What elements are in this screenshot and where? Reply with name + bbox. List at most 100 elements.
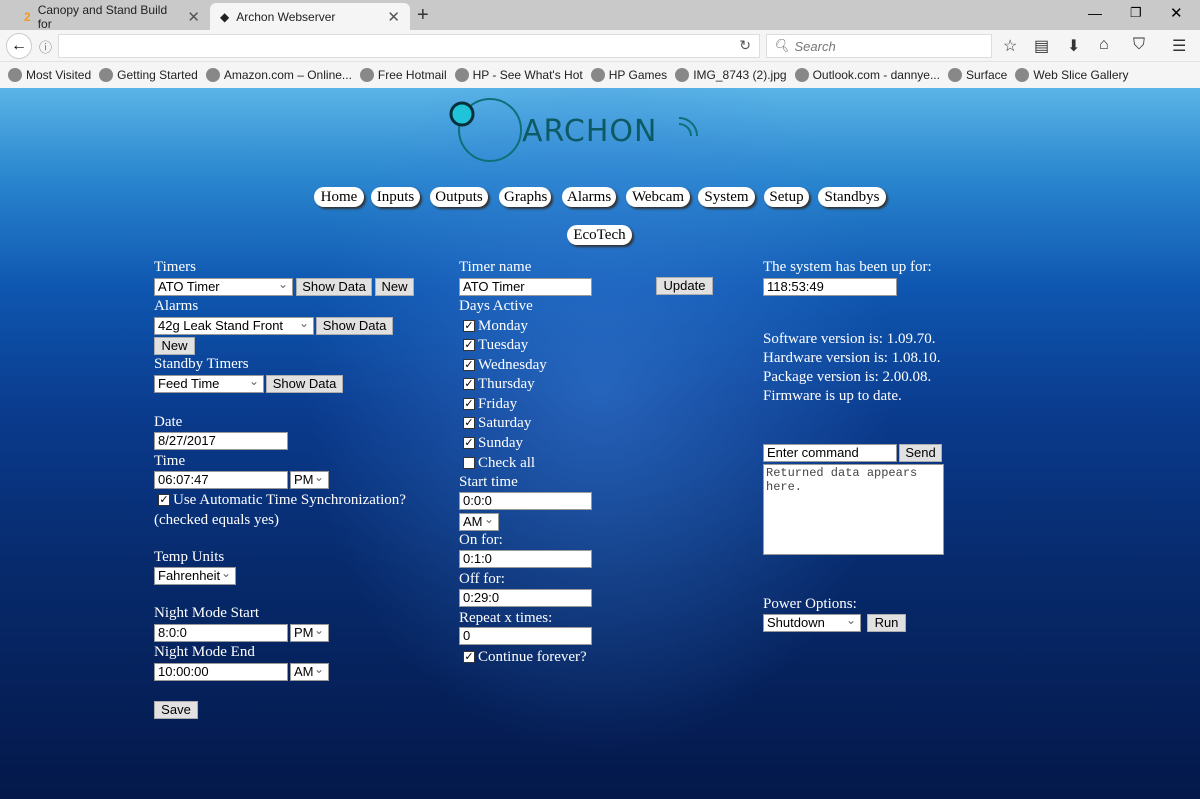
uptime-label: The system has been up for: (763, 259, 932, 275)
time-label: Time (154, 453, 186, 469)
time-input[interactable]: 06:07:47 (154, 471, 288, 489)
update-button[interactable]: Update (656, 277, 713, 295)
temp-units-select[interactable]: Fahrenheit (154, 565, 236, 585)
archon-icon: ◆ (220, 9, 230, 24)
date-input[interactable]: 8/27/2017 (154, 432, 288, 450)
day-friday-checkbox[interactable]: ✓ (463, 398, 475, 410)
reload-icon[interactable]: ↻ (739, 37, 751, 54)
globe-icon (590, 68, 605, 82)
alarms-new-button[interactable]: New (154, 337, 195, 355)
reading-list-icon[interactable]: ▤ (1034, 36, 1049, 56)
power-options-select[interactable]: Shutdown (763, 612, 861, 632)
nav-ecotech[interactable]: EcoTech (567, 225, 632, 245)
day-sunday-checkbox[interactable]: ✓ (463, 437, 475, 449)
continue-forever-checkbox[interactable]: ✓ (463, 651, 475, 663)
nav-graphs[interactable]: Graphs (499, 187, 551, 207)
start-ampm-select[interactable]: AM (459, 511, 499, 531)
night-end-ampm-select[interactable]: AM (290, 661, 329, 681)
timers-new-button[interactable]: New (375, 278, 414, 296)
bookmark-star-icon[interactable]: ☆ (1003, 36, 1017, 56)
bookmark-item[interactable]: Web Slice Gallery (1015, 68, 1129, 82)
standby-timers-label: Standby Timers (154, 356, 249, 372)
alarms-label: Alarms (154, 298, 199, 314)
close-window-button[interactable]: ✕ (1170, 4, 1183, 22)
run-button[interactable]: Run (867, 614, 906, 632)
day-tuesday-checkbox[interactable]: ✓ (463, 339, 475, 351)
bookmark-item[interactable]: Free Hotmail (359, 68, 447, 82)
nav-system[interactable]: System (698, 187, 755, 207)
start-time-label: Start time (459, 474, 518, 490)
off-for-input[interactable]: 0:29:0 (459, 589, 592, 607)
back-button[interactable]: ← (6, 33, 32, 59)
search-input[interactable]: 🔍︎ Search (766, 34, 992, 58)
timer-name-input[interactable]: ATO Timer (459, 278, 592, 296)
day-check-all-label: Check all (478, 455, 536, 471)
nav-outputs[interactable]: Outputs (430, 187, 488, 207)
windows-icon (359, 68, 374, 82)
night-end-label: Night Mode End (154, 644, 255, 660)
info-icon: ⓘ (39, 40, 53, 55)
globe-icon (947, 68, 962, 82)
nav-setup[interactable]: Setup (764, 187, 809, 207)
standby-timers-select[interactable]: Feed Time (154, 373, 264, 393)
pocket-icon[interactable]: ⛉ (1133, 36, 1145, 54)
command-input[interactable]: Enter command (763, 444, 897, 462)
nav-standbys[interactable]: Standbys (818, 187, 886, 207)
bookmark-item[interactable]: Getting Started (99, 68, 198, 82)
repeat-input[interactable]: 0 (459, 627, 592, 645)
day-monday-checkbox[interactable]: ✓ (463, 320, 475, 332)
url-bar[interactable]: ⓘ ↻ (39, 34, 760, 58)
night-start-input[interactable]: 8:0:0 (154, 624, 288, 642)
globe-icon (675, 68, 690, 82)
alarms-show-data-button[interactable]: Show Data (316, 317, 393, 335)
time-ampm-select[interactable]: PM (290, 469, 329, 489)
bookmark-item[interactable]: Surface (947, 68, 1007, 82)
on-for-input[interactable]: 0:1:0 (459, 550, 592, 568)
bookmark-item[interactable]: HP Games (590, 68, 667, 82)
firefox-icon (99, 68, 114, 82)
new-tab-button[interactable]: + (417, 4, 429, 27)
bookmark-item[interactable]: HP - See What's Hot (454, 68, 583, 82)
close-tab-icon[interactable]: ✕ (187, 8, 200, 26)
tab-archon[interactable]: ◆ Archon Webserver ✕ (210, 3, 410, 30)
minimize-button[interactable]: — (1088, 5, 1102, 21)
auto-time-sync-label: Use Automatic Time Synchronization? (173, 492, 406, 508)
close-tab-icon[interactable]: ✕ (387, 8, 400, 26)
alarms-select[interactable]: 42g Leak Stand Front (154, 315, 314, 335)
version-text: Software version is: 1.09.70. (763, 331, 936, 347)
night-end-input[interactable]: 10:00:00 (154, 663, 288, 681)
day-thursday-checkbox[interactable]: ✓ (463, 378, 475, 390)
nav-webcam[interactable]: Webcam (626, 187, 690, 207)
bookmark-item[interactable]: Amazon.com – Online... (205, 68, 352, 82)
tab-bar: 2 Canopy and Stand Build for ✕ ◆ Archon Web… (0, 0, 1200, 31)
auto-time-sync-checkbox[interactable]: ✓ (158, 494, 170, 506)
standby-show-data-button[interactable]: Show Data (266, 375, 343, 393)
hp-icon (454, 68, 469, 82)
timers-select[interactable]: ATO Timer (154, 276, 293, 296)
download-icon[interactable]: ⬇ (1067, 36, 1080, 56)
continue-forever-label: Continue forever? (478, 649, 587, 665)
returned-data-textarea[interactable]: Returned data appears here. (763, 464, 944, 555)
home-icon[interactable]: ⌂ (1099, 36, 1109, 54)
menu-icon[interactable]: ☰ (1172, 36, 1186, 56)
timers-show-data-button[interactable]: Show Data (296, 278, 372, 296)
day-check-all-checkbox[interactable] (463, 457, 475, 469)
nav-alarms[interactable]: Alarms (562, 187, 616, 207)
bookmark-item[interactable]: Most Visited (8, 68, 91, 82)
start-time-input[interactable]: 0:0:0 (459, 492, 592, 510)
day-monday-label: Monday (478, 318, 528, 334)
tab-canopy[interactable]: 2 Canopy and Stand Build for ✕ (14, 3, 210, 31)
day-wednesday-checkbox[interactable]: ✓ (463, 359, 475, 371)
nav-inputs[interactable]: Inputs (371, 187, 420, 207)
day-friday-label: Friday (478, 396, 518, 412)
restore-button[interactable]: ❐ (1130, 5, 1142, 21)
day-saturday-checkbox[interactable]: ✓ (463, 417, 475, 429)
bookmark-item[interactable]: Outlook.com - dannye... (794, 68, 940, 82)
save-button[interactable]: Save (154, 701, 198, 719)
bookmark-item[interactable]: IMG_8743 (2).jpg (675, 68, 787, 82)
nav-home[interactable]: Home (314, 187, 364, 207)
version-text: Hardware version is: 1.08.10. (763, 350, 941, 366)
uptime-input[interactable]: 118:53:49 (763, 278, 897, 296)
night-start-ampm-select[interactable]: PM (290, 622, 329, 642)
send-button[interactable]: Send (899, 444, 942, 462)
